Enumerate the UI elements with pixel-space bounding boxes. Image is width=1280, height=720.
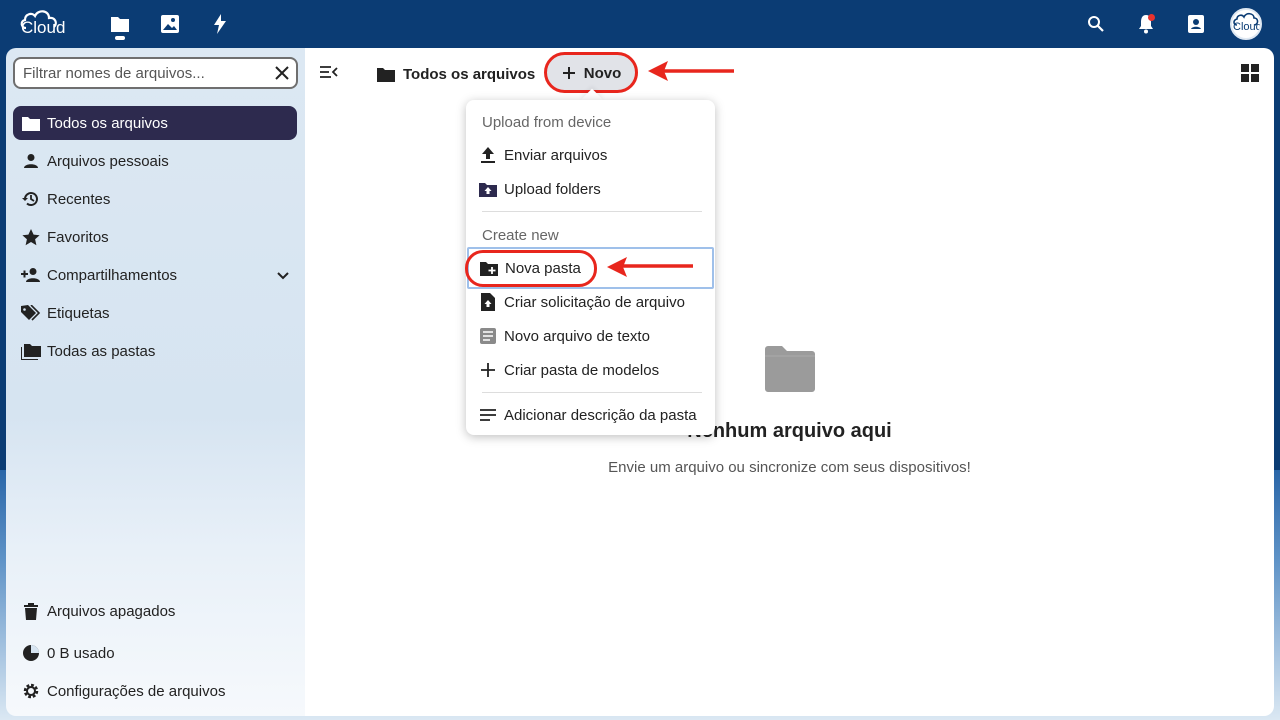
chevron-down-icon[interactable]: [277, 267, 289, 284]
gear-icon: [21, 681, 41, 701]
text-file-icon: [478, 326, 498, 346]
avatar[interactable]: Cloud: [1230, 8, 1262, 40]
menu-item-new-folder[interactable]: Nova pasta: [467, 247, 714, 289]
active-app-indicator: [115, 36, 125, 40]
share-icon: [21, 265, 41, 285]
notification-badge: [1148, 14, 1155, 21]
folder-plus-icon: [479, 258, 499, 278]
menu-caption-create: Create new: [482, 227, 559, 244]
file-request-icon: [478, 292, 498, 312]
filter-input[interactable]: [15, 59, 268, 87]
menu-item-label: Upload folders: [504, 180, 601, 198]
sidebar-item-label: Configurações de arquivos: [47, 682, 226, 700]
menu-item-label: Novo arquivo de texto: [504, 327, 650, 345]
tag-icon: [21, 303, 41, 323]
sidebar-item-label: Todos os arquivos: [47, 114, 168, 132]
plus-icon: [562, 66, 576, 80]
sidebar-item-label: 0 B usado: [47, 644, 115, 662]
breadcrumb-label: Todos os arquivos: [403, 65, 536, 83]
logo-text: Cloud: [21, 18, 66, 37]
contacts-icon[interactable]: [1184, 12, 1208, 36]
menu-item-upload-folders[interactable]: Upload folders: [466, 172, 715, 206]
menu-item-folder-description[interactable]: Adicionar descrição da pasta: [466, 398, 715, 432]
close-icon[interactable]: [268, 59, 296, 87]
menu-caption-upload: Upload from device: [482, 114, 612, 131]
menu-item-label: Nova pasta: [505, 259, 581, 277]
folders-icon: [21, 341, 41, 361]
sidebar-item-favorites[interactable]: Favoritos: [13, 220, 297, 254]
sidebar-item-settings[interactable]: Configurações de arquivos: [13, 674, 297, 708]
toggle-navigation-icon[interactable]: [319, 64, 339, 84]
photos-icon[interactable]: [158, 12, 182, 36]
trash-icon: [21, 601, 41, 621]
filter-field[interactable]: [13, 57, 298, 89]
menu-item-label: Criar solicitação de arquivo: [504, 293, 685, 311]
search-icon[interactable]: [1084, 12, 1108, 36]
menu-item-file-request[interactable]: Criar solicitação de arquivo: [466, 285, 715, 319]
menu-item-label: Adicionar descrição da pasta: [504, 406, 697, 424]
sidebar-item-recent[interactable]: Recentes: [13, 182, 297, 216]
person-icon: [21, 151, 41, 171]
files-icon[interactable]: [108, 12, 132, 36]
history-icon: [21, 189, 41, 209]
menu-item-label: Criar pasta de modelos: [504, 361, 660, 379]
plus-icon: [478, 360, 498, 380]
description-icon: [478, 405, 498, 425]
new-button-label: Novo: [583, 64, 622, 82]
sidebar-item-shares[interactable]: Compartilhamentos: [13, 258, 297, 292]
activity-icon[interactable]: [208, 12, 232, 36]
sidebar-storage-usage[interactable]: 0 B usado: [13, 636, 297, 670]
new-menu: Upload from device Enviar arquivos Uploa…: [466, 100, 715, 435]
empty-content-title: Nenhum arquivo aqui: [687, 420, 892, 442]
sidebar-item-label: Etiquetas: [47, 304, 110, 322]
folder-icon: [377, 67, 395, 82]
menu-divider: [482, 211, 702, 212]
sidebar-item-personal[interactable]: Arquivos pessoais: [13, 144, 297, 178]
sidebar-item-label: Recentes: [47, 190, 111, 208]
star-icon: [21, 227, 41, 247]
main-content: Todos os arquivos Novo Nenhum arquivo aq…: [305, 48, 1274, 716]
menu-item-label: Enviar arquivos: [504, 146, 608, 164]
sidebar-item-all-files[interactable]: Todos os arquivos: [13, 106, 297, 140]
sidebar: Todos os arquivos Arquivos pessoais Rece…: [6, 48, 305, 716]
sidebar-item-label: Todas as pastas: [47, 342, 156, 360]
sidebar-item-label: Compartilhamentos: [47, 266, 178, 284]
sidebar-item-deleted[interactable]: Arquivos apagados: [13, 594, 297, 628]
menu-item-templates-folder[interactable]: Criar pasta de modelos: [466, 353, 715, 387]
folder-icon: [21, 113, 41, 133]
new-button[interactable]: Novo: [546, 55, 637, 91]
avatar-text: Cloud: [1233, 21, 1262, 33]
menu-item-new-text-file[interactable]: Novo arquivo de texto: [466, 319, 715, 353]
grid-view-icon[interactable]: [1241, 64, 1259, 82]
empty-content-subtitle: Envie um arquivo ou sincronize com seus …: [608, 459, 971, 476]
sidebar-item-label: Arquivos pessoais: [47, 152, 169, 170]
cloud-logo[interactable]: Cloud: [18, 8, 66, 40]
menu-divider: [482, 392, 702, 393]
pie-icon: [21, 643, 41, 663]
folder-upload-icon: [478, 179, 498, 199]
upload-icon: [478, 145, 498, 165]
menu-item-upload-files[interactable]: Enviar arquivos: [466, 138, 715, 172]
sidebar-item-tags[interactable]: Etiquetas: [13, 296, 297, 330]
sidebar-item-label: Favoritos: [47, 228, 109, 246]
header-bar: Cloud Cloud: [0, 0, 1280, 48]
sidebar-item-all-folders[interactable]: Todas as pastas: [13, 334, 297, 368]
breadcrumb[interactable]: Todos os arquivos: [377, 62, 535, 86]
sidebar-item-label: Arquivos apagados: [47, 602, 176, 620]
empty-folder-icon: [763, 346, 817, 392]
